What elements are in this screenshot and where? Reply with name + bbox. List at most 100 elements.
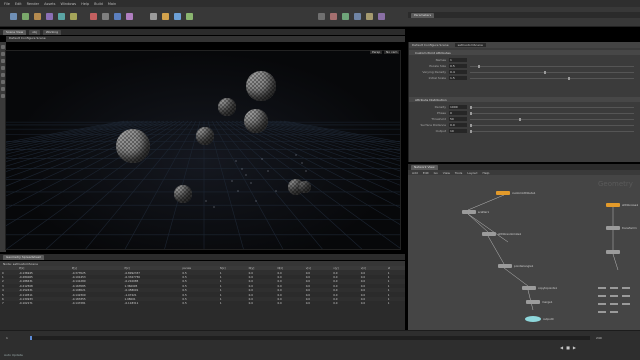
cloth-tool-icon[interactable]: [186, 13, 193, 20]
menu-bar: File Edit Render Assets Windows Help Bui…: [0, 0, 640, 7]
param-slider[interactable]: [470, 76, 634, 80]
param-label: Surface Distance: [420, 123, 447, 127]
timeline-playhead[interactable]: [30, 336, 32, 340]
frame-start[interactable]: 1: [6, 336, 8, 340]
param-value-field[interactable]: 0.5: [449, 64, 467, 68]
param-slider[interactable]: [470, 64, 634, 68]
fluid-tool-icon[interactable]: [162, 13, 169, 20]
param-slider[interactable]: [470, 111, 634, 115]
node-transform[interactable]: [606, 226, 620, 230]
rigid-tool-icon[interactable]: [174, 13, 181, 20]
menu-assets[interactable]: Assets: [44, 2, 55, 6]
param-value-field[interactable]: 10: [449, 129, 467, 133]
network-editor[interactable]: Add Edit Go View Tools Layout Help Geome…: [408, 170, 640, 346]
timeline-bar: 1 240 ◀ ■ ▶ Auto Update: [0, 330, 640, 360]
geometry-spreadsheet[interactable]: Node: setCustomScene P[x] P[y] P[z] pscale N…: [0, 261, 405, 330]
param-slider[interactable]: [470, 105, 634, 109]
grid-tool-icon[interactable]: [58, 13, 65, 20]
param-slider[interactable]: [470, 123, 634, 127]
tab-path[interactable]: obj: [29, 29, 40, 35]
render-tool-icon[interactable]: [150, 13, 157, 20]
tab-scene-view[interactable]: Scene View: [3, 29, 27, 35]
param-value-field[interactable]: 0: [449, 111, 467, 115]
param-value-field[interactable]: 1000: [449, 105, 467, 109]
sphere-tool-icon[interactable]: [22, 13, 29, 20]
slider-handle[interactable]: [470, 111, 472, 115]
section-distribution[interactable]: Attribute Distribution: [409, 97, 640, 102]
node-pointwrangle[interactable]: [498, 264, 512, 268]
param-label: Output: [435, 129, 446, 133]
play-back-icon[interactable]: ◀: [560, 345, 563, 350]
select-tool-icon[interactable]: [1, 45, 5, 49]
param-value-field[interactable]: 0.4: [449, 70, 467, 74]
param-value-field[interactable]: 0.0: [449, 123, 467, 127]
play-icon[interactable]: ▶: [573, 345, 576, 350]
box-tool-icon[interactable]: [10, 13, 17, 20]
node-merge[interactable]: [526, 300, 540, 304]
crowd-tool-icon[interactable]: [354, 13, 361, 20]
curve-tool-icon[interactable]: [70, 13, 77, 20]
param-label: Varying Density: [422, 70, 446, 74]
vellum-tool-icon[interactable]: [342, 13, 349, 20]
null-tool-icon[interactable]: [114, 13, 121, 20]
pyro-tool-icon[interactable]: [330, 13, 337, 20]
node-palette[interactable]: [596, 285, 636, 325]
param-value-field[interactable]: 1.5: [449, 76, 467, 80]
node-attribnoise[interactable]: [606, 203, 620, 207]
tab-context[interactable]: Working: [42, 29, 62, 35]
node-scatter[interactable]: [462, 210, 476, 214]
node-extra-1[interactable]: [606, 250, 620, 254]
tab-parameters[interactable]: Parameters: [411, 12, 435, 18]
persp-menu[interactable]: Persp: [370, 50, 383, 54]
node-copytopoints[interactable]: [522, 286, 536, 290]
param-slider[interactable]: [470, 129, 634, 133]
light-tool-icon[interactable]: [90, 13, 97, 20]
muscle-tool-icon[interactable]: [378, 13, 385, 20]
param-value-field[interactable]: 50: [449, 117, 467, 121]
node-attribrandomize[interactable]: [482, 232, 496, 236]
viewer-tool-icon[interactable]: [318, 13, 325, 20]
frame-end[interactable]: 240: [596, 336, 602, 340]
particles-tool-icon[interactable]: [126, 13, 133, 20]
menu-file[interactable]: File: [4, 2, 10, 6]
table-row[interactable]: 7 -0.102171 -0.147281 -0.118311 0.5 1 0.0 0.0 0.…: [0, 301, 405, 305]
slider-handle[interactable]: [519, 117, 522, 121]
param-row: Output 10: [409, 128, 640, 134]
param-slider[interactable]: [470, 117, 634, 121]
slider-handle[interactable]: [470, 105, 472, 109]
timeline-track[interactable]: [30, 336, 590, 340]
tube-tool-icon[interactable]: [34, 13, 41, 20]
slider-handle[interactable]: [470, 129, 472, 133]
torus-tool-icon[interactable]: [46, 13, 53, 20]
slider-handle[interactable]: [478, 64, 481, 68]
param-slider[interactable]: [470, 70, 634, 74]
menu-build[interactable]: Build: [94, 2, 103, 6]
section-custom-attrs[interactable]: Custom Point Attributes: [409, 50, 640, 55]
param-rows-2: Density 1000 Phase 0 Threshold 50 Surface Dist…: [409, 104, 640, 134]
cam-menu[interactable]: No cam: [384, 50, 400, 54]
node-output[interactable]: [525, 316, 541, 322]
table-cell: 0.0: [248, 301, 253, 306]
slider-handle[interactable]: [470, 123, 472, 127]
slider-handle[interactable]: [568, 76, 571, 80]
param-label: Pscale Size: [429, 64, 446, 68]
param-label: Initial Scale: [428, 76, 446, 80]
menu-help[interactable]: Help: [81, 2, 89, 6]
slider-handle[interactable]: [543, 70, 546, 74]
table-cell: 0.0: [277, 301, 282, 306]
camera-tool-icon[interactable]: [102, 13, 109, 20]
tab-network-view[interactable]: Network View: [411, 164, 438, 170]
node-label-2: attribrandomize1: [498, 232, 522, 236]
stop-icon[interactable]: ■: [566, 345, 570, 350]
menu-main[interactable]: Main: [108, 2, 116, 6]
menu-windows[interactable]: Windows: [61, 2, 77, 6]
param-node-name[interactable]: setCustomScene: [454, 43, 486, 47]
terrain-tool-icon[interactable]: [366, 13, 373, 20]
menu-edit[interactable]: Edit: [15, 2, 22, 6]
scene-viewport[interactable]: [5, 50, 401, 250]
param-value-field[interactable]: 1: [449, 58, 467, 62]
spreadsheet-table: P[x] P[y] P[z] pscale N[x] N[y] N[z] v[x] v[y] v[…: [0, 266, 405, 306]
menu-render[interactable]: Render: [27, 2, 39, 6]
tab-geometry-spreadsheet[interactable]: Geometry Spreadsheet: [3, 254, 44, 260]
node-customattribute[interactable]: [496, 191, 510, 195]
